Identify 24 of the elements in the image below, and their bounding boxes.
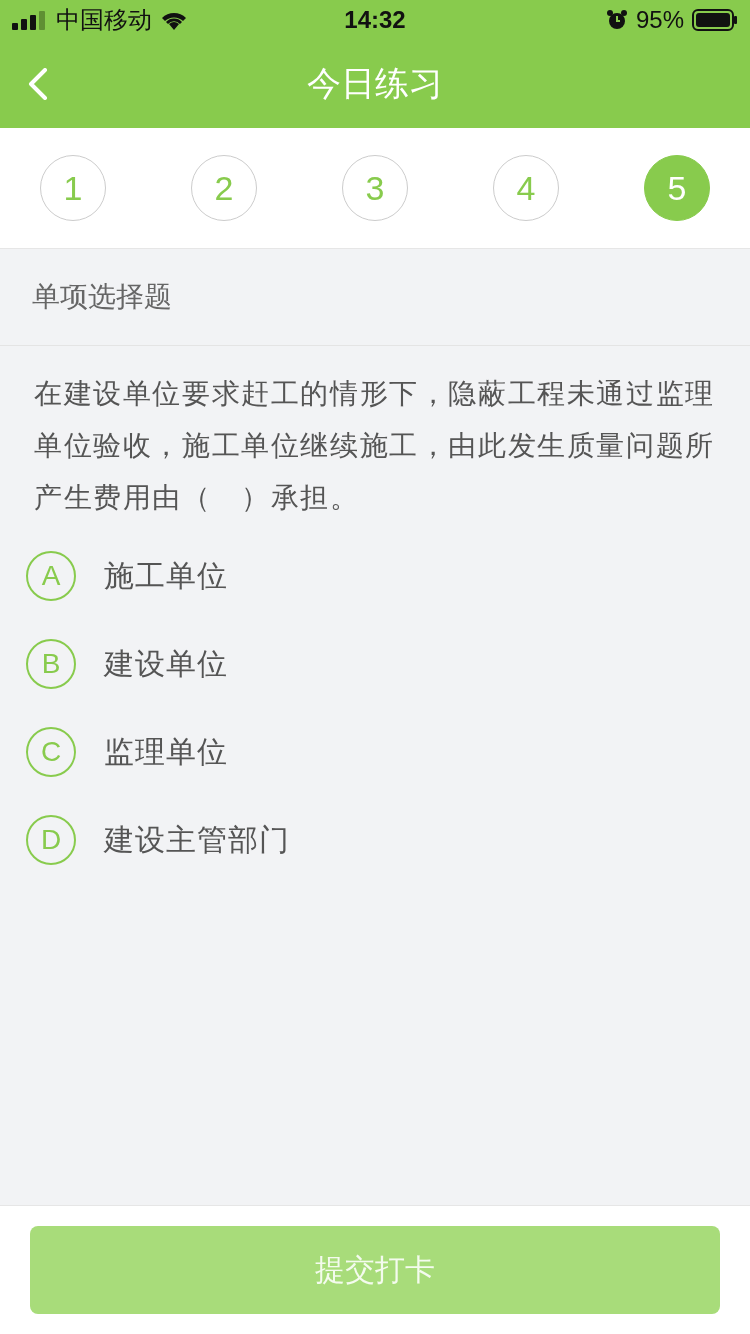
option-letter[interactable]: A bbox=[26, 551, 76, 601]
clock: 14:32 bbox=[344, 6, 406, 34]
option-letter[interactable]: D bbox=[26, 815, 76, 865]
battery-percent: 95% bbox=[635, 6, 684, 34]
question-type: 单项选择题 bbox=[32, 280, 172, 314]
option-text[interactable]: 建设主管部门 bbox=[104, 819, 290, 861]
alarm-icon bbox=[605, 9, 628, 31]
option-letter[interactable]: C bbox=[26, 727, 76, 777]
signal-icon bbox=[12, 10, 48, 30]
question-text: 在建设单位要求赶工的情形下，隐蔽工程未通过监理单位验收，施工单位继续施工，由此发生质量问题所产生费用由（ ）承担。 bbox=[33, 377, 716, 515]
back-icon[interactable] bbox=[28, 68, 48, 100]
option-letter[interactable]: B bbox=[26, 639, 76, 689]
question-number-tab[interactable]: 3 bbox=[342, 155, 408, 221]
carrier-name: 中国移动 bbox=[56, 5, 152, 35]
battery-icon bbox=[692, 9, 738, 31]
option-text[interactable]: 建设单位 bbox=[104, 643, 228, 685]
question-number-tab[interactable]: 1 bbox=[40, 155, 106, 221]
option-text[interactable]: 施工单位 bbox=[104, 555, 228, 597]
question-number-tab[interactable]: 4 bbox=[493, 155, 559, 221]
page-title: 今日练习 bbox=[307, 63, 443, 104]
question-number-tab[interactable]: 2 bbox=[191, 155, 257, 221]
option-text[interactable]: 监理单位 bbox=[104, 731, 228, 773]
question-number-tab[interactable]: 5 bbox=[644, 155, 710, 221]
wifi-icon bbox=[160, 10, 188, 30]
